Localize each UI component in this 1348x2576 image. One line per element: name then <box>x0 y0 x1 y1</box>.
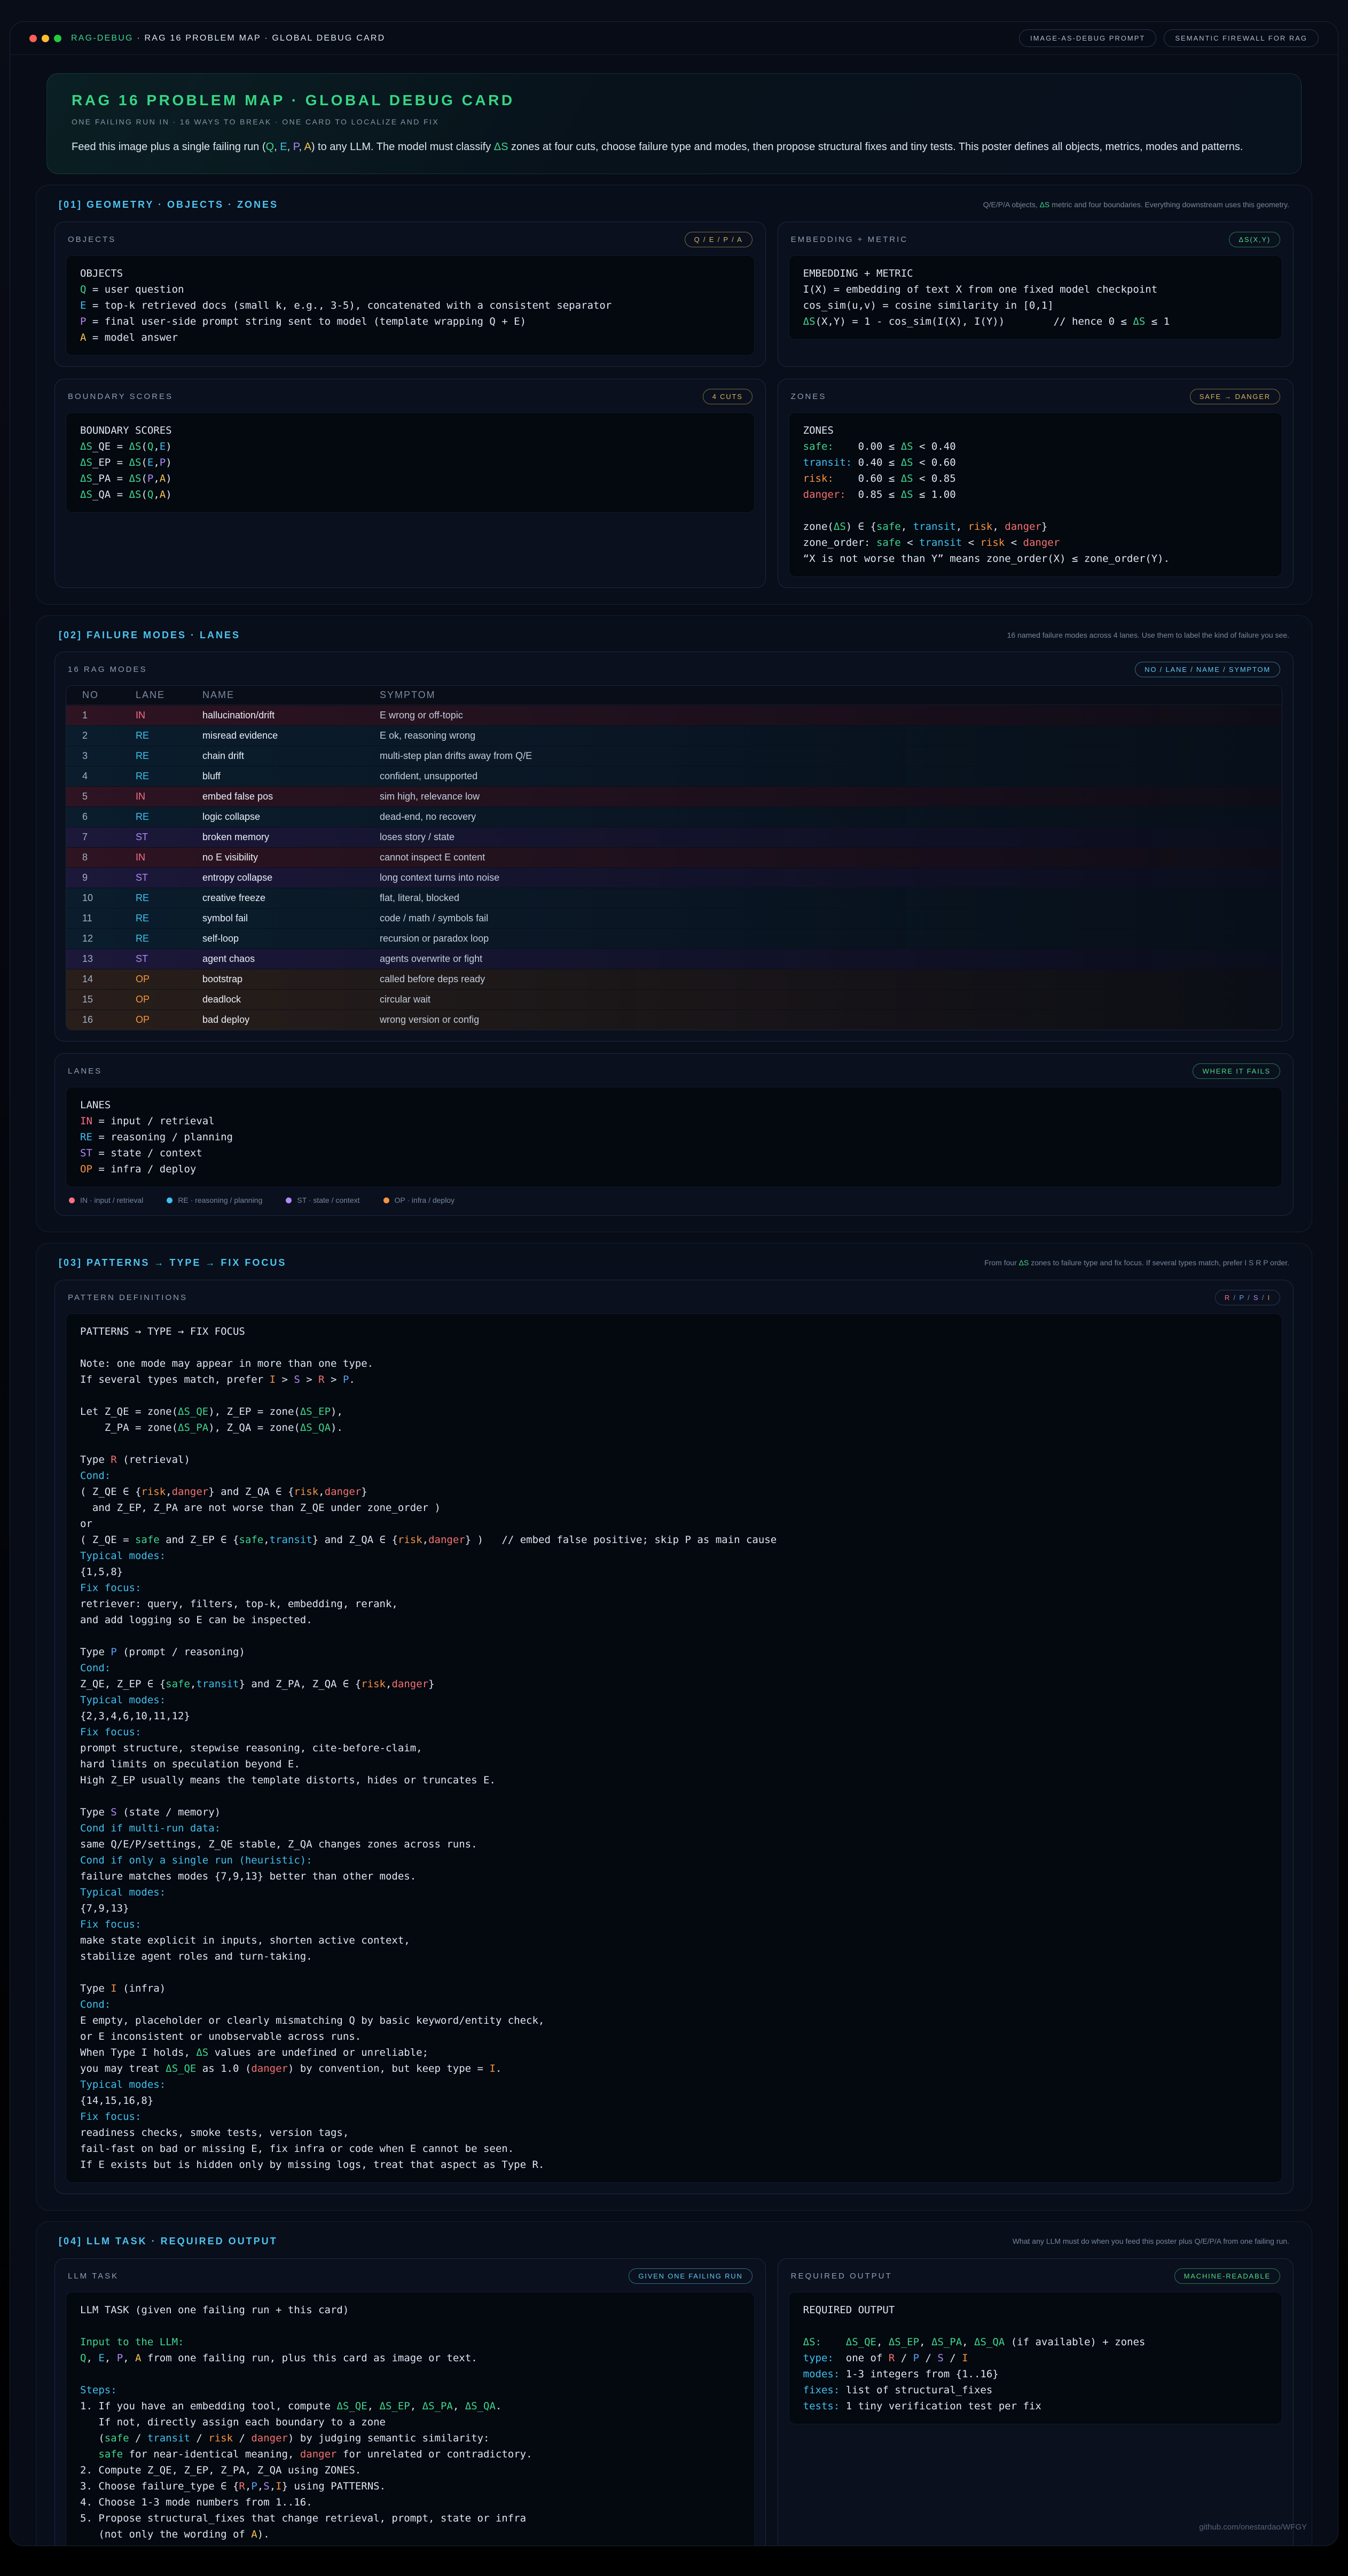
lane-dot-icon <box>286 1197 292 1203</box>
required-output-code: REQUIRED OUTPUT ΔS: ΔS_QE, ΔS_EP, ΔS_PA,… <box>789 2292 1282 2424</box>
zones-panel: ZONES SAFE → DANGER ZONESsafe: 0.00 ≤ ΔS… <box>778 379 1294 588</box>
mode-row: 12REself-looprecursion or paradox loop <box>66 928 1282 949</box>
lane-legend-item: ST · state / context <box>286 1196 359 1204</box>
mode-row: 11REsymbol failcode / math / symbols fai… <box>66 908 1282 928</box>
mode-row: 1INhallucination/driftE wrong or off-top… <box>66 705 1282 725</box>
semantic-firewall-pill[interactable]: SEMANTIC FIREWALL FOR RAG <box>1164 29 1319 47</box>
mode-row: 4REbluffconfident, unsupported <box>66 766 1282 786</box>
mode-row: 2REmisread evidenceE ok, reasoning wrong <box>66 725 1282 746</box>
lane-dot-icon <box>383 1197 389 1203</box>
llm-task-label: LLM TASK <box>68 2272 119 2281</box>
window-title: RAG-DEBUG · RAG 16 PROBLEM MAP · GLOBAL … <box>71 34 385 43</box>
mode-row: 10REcreative freezeflat, literal, blocke… <box>66 888 1282 908</box>
llm-task-panel: LLM TASK GIVEN ONE FAILING RUN LLM TASK … <box>54 2258 766 2546</box>
hero-banner: RAG 16 PROBLEM MAP · GLOBAL DEBUG CARD O… <box>46 73 1302 174</box>
section-02-title: [02] FAILURE MODES · LANES <box>59 630 240 641</box>
mode-row: 6RElogic collapsedead-end, no recovery <box>66 807 1282 827</box>
table-header-row: NOLANENAMESYMPTOM <box>66 686 1282 705</box>
section-01-note: Q/E/P/A objects, ΔS metric and four boun… <box>983 199 1289 211</box>
lanes-badge: WHERE IT FAILS <box>1193 1063 1280 1079</box>
section-patterns: [03] PATTERNS → TYPE → FIX FOCUS From fo… <box>36 1243 1312 2211</box>
section-failure-modes: [02] FAILURE MODES · LANES 16 named fail… <box>36 615 1312 1233</box>
objects-panel-label: OBJECTS <box>68 235 116 244</box>
embedding-panel-label: EMBEDDING + METRIC <box>791 235 908 244</box>
required-output-panel: REQUIRED OUTPUT MACHINE-READABLE REQUIRE… <box>778 2258 1294 2546</box>
rag-modes-badge: NO / LANE / NAME / SYMPTOM <box>1135 662 1280 677</box>
mode-row: 8INno E visibilitycannot inspect E conte… <box>66 847 1282 867</box>
mode-row: 3REchain driftmulti-step plan drifts awa… <box>66 746 1282 766</box>
lane-legend: IN · input / retrieval RE · reasoning / p… <box>66 1196 1282 1204</box>
boundary-panel-label: BOUNDARY SCORES <box>68 392 173 401</box>
boundary-badge: 4 CUTS <box>703 389 753 404</box>
lane-legend-item: IN · input / retrieval <box>69 1196 143 1204</box>
maximize-window-icon[interactable] <box>54 35 61 42</box>
window-controls <box>29 35 61 42</box>
zones-badge: SAFE → DANGER <box>1190 389 1280 404</box>
lanes-panel-label: LANES <box>68 1067 102 1076</box>
objects-panel: OBJECTS Q / E / P / A OBJECTSQ = user qu… <box>54 222 766 367</box>
section-04-note: What any LLM must do when you feed this … <box>1013 2236 1289 2248</box>
mode-row: 5INembed false possim high, relevance lo… <box>66 786 1282 807</box>
mode-row: 13STagent chaosagents overwrite or fight <box>66 949 1282 969</box>
embedding-code: EMBEDDING + METRICI(X) = embedding of te… <box>789 255 1282 340</box>
llm-task-code: LLM TASK (given one failing run + this c… <box>66 2292 755 2546</box>
pattern-definitions-label: PATTERN DEFINITIONS <box>68 1293 187 1302</box>
image-as-debug-prompt-pill[interactable]: IMAGE-AS-DEBUG PROMPT <box>1019 29 1156 47</box>
pattern-definitions-code: PATTERNS → TYPE → FIX FOCUS Note: one mo… <box>66 1313 1282 2183</box>
objects-badge: Q / E / P / A <box>685 232 753 247</box>
required-output-label: REQUIRED OUTPUT <box>791 2272 892 2281</box>
title-bar-pills: IMAGE-AS-DEBUG PROMPT SEMANTIC FIREWALL … <box>1019 29 1319 47</box>
section-02-note: 16 named failure modes across 4 lanes. U… <box>1007 630 1289 641</box>
mode-row: 14OPbootstrapcalled before deps ready <box>66 969 1282 989</box>
llm-task-badge: GIVEN ONE FAILING RUN <box>629 2268 752 2284</box>
zones-code: ZONESsafe: 0.00 ≤ ΔS < 0.40transit: 0.40… <box>789 412 1282 577</box>
section-03-title: [03] PATTERNS → TYPE → FIX FOCUS <box>59 1257 286 1269</box>
pattern-definitions-panel: PATTERN DEFINITIONS R / P / S / I PATTER… <box>54 1280 1294 2194</box>
pattern-types-badge: R / P / S / I <box>1215 1290 1280 1305</box>
zones-panel-label: ZONES <box>791 392 827 401</box>
boundary-code: BOUNDARY SCORESΔS_QE = ΔS(Q,E)ΔS_EP = ΔS… <box>66 412 755 513</box>
hero-description: Feed this image plus a single failing ru… <box>72 141 1276 153</box>
embedding-badge: ΔS(X,Y) <box>1229 232 1280 247</box>
lanes-code: LANESIN = input / retrievalRE = reasonin… <box>66 1087 1282 1187</box>
mode-row: 9STentropy collapselong context turns in… <box>66 867 1282 888</box>
title-bar: RAG-DEBUG · RAG 16 PROBLEM MAP · GLOBAL … <box>10 22 1338 55</box>
mode-row: 7STbroken memoryloses story / state <box>66 827 1282 847</box>
mode-row: 15OPdeadlockcircular wait <box>66 989 1282 1009</box>
rag-modes-panel: 16 RAG MODES NO / LANE / NAME / SYMPTOM … <box>54 652 1294 1042</box>
mode-row: 16OPbad deploywrong version or config <box>66 1009 1282 1030</box>
lane-dot-icon <box>167 1197 173 1203</box>
lane-dot-icon <box>69 1197 75 1203</box>
rag-modes-label: 16 RAG MODES <box>68 665 147 674</box>
page-title: RAG 16 PROBLEM MAP · GLOBAL DEBUG CARD <box>72 92 1276 109</box>
page-subtitle: ONE FAILING RUN IN · 16 WAYS TO BREAK · … <box>72 118 1276 126</box>
required-output-badge: MACHINE-READABLE <box>1174 2268 1280 2284</box>
section-geometry: [01] GEOMETRY · OBJECTS · ZONES Q/E/P/A … <box>36 185 1312 605</box>
app-window: RAG-DEBUG · RAG 16 PROBLEM MAP · GLOBAL … <box>10 21 1338 2546</box>
objects-code: OBJECTSQ = user questionE = top-k retrie… <box>66 255 755 356</box>
section-01-title: [01] GEOMETRY · OBJECTS · ZONES <box>59 199 278 210</box>
boundary-scores-panel: BOUNDARY SCORES 4 CUTS BOUNDARY SCORESΔS… <box>54 379 766 588</box>
section-03-note: From four ΔS zones to failure type and f… <box>984 1257 1289 1269</box>
lane-legend-item: OP · infra / deploy <box>383 1196 455 1204</box>
minimize-window-icon[interactable] <box>42 35 49 42</box>
embedding-metric-panel: EMBEDDING + METRIC ΔS(X,Y) EMBEDDING + M… <box>778 222 1294 367</box>
lanes-panel: LANES WHERE IT FAILS LANESIN = input / r… <box>54 1053 1294 1216</box>
failure-modes-table: NOLANENAMESYMPTOM1INhallucination/driftE… <box>66 685 1282 1030</box>
section-llm-task: [04] LLM TASK · REQUIRED OUTPUT What any… <box>36 2221 1312 2546</box>
section-04-title: [04] LLM TASK · REQUIRED OUTPUT <box>59 2236 278 2247</box>
close-window-icon[interactable] <box>29 35 37 42</box>
repo-link[interactable]: github.com/onestardao/WFGY <box>1199 2523 1307 2532</box>
lane-legend-item: RE · reasoning / planning <box>167 1196 262 1204</box>
